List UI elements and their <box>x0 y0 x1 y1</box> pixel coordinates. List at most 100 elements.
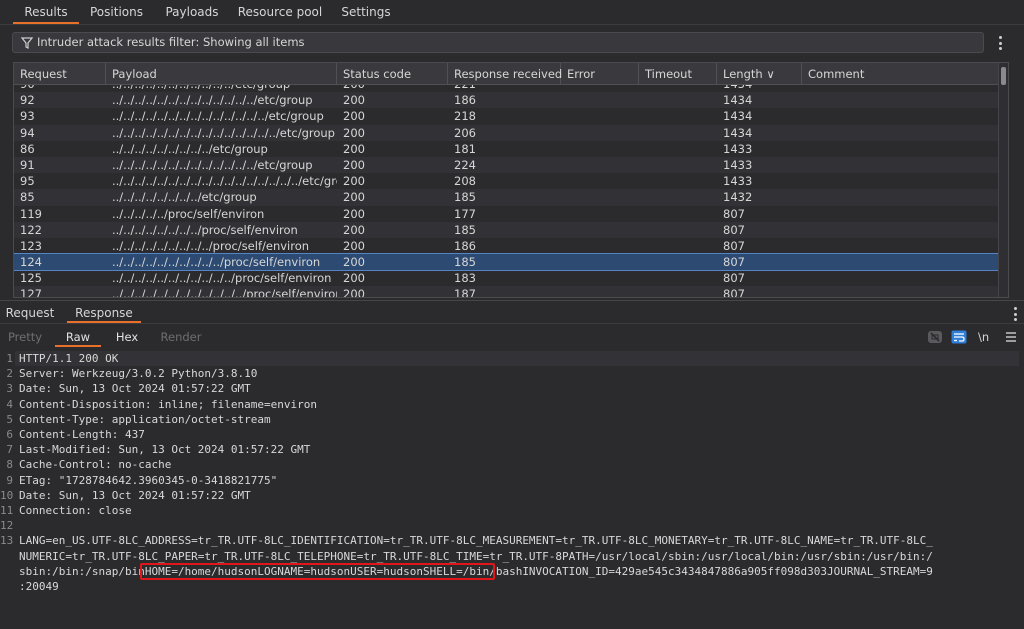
table-row[interactable]: 86 ../../../../../../../../../etc/group 20… <box>14 141 999 157</box>
cell-request: 94 <box>20 125 35 140</box>
cell-status-code: 200 <box>337 85 448 92</box>
cell-comment <box>802 108 999 124</box>
table-row[interactable]: 122 ../../../../../../../../proc/self/env… <box>14 221 999 238</box>
cell-error <box>561 157 639 173</box>
tab-hex[interactable]: Hex <box>110 328 144 347</box>
cell-payload: ../../../../../../../../../../../../../e… <box>112 93 313 108</box>
response-line: Date: Sun, 13 Oct 2024 01:57:22 GMT <box>19 382 251 396</box>
cell-error <box>561 92 639 108</box>
table-row[interactable]: 127 ../../../../../../../../../../../../p… <box>14 286 999 298</box>
cell-length: 807 <box>723 271 745 286</box>
tab-request[interactable]: Request <box>5 303 55 323</box>
column-header-status-code[interactable]: Status code <box>337 63 448 85</box>
cell-comment <box>802 206 999 222</box>
response-line: Server: Werkzeug/3.0.2 Python/3.8.10 <box>19 367 258 381</box>
cell-payload: ../../../../../../../../../../proc/self/… <box>112 255 321 270</box>
cell-status-code: 200 <box>343 238 365 253</box>
cell-error <box>561 238 639 254</box>
response-line: Date: Sun, 13 Oct 2024 01:57:22 GMT <box>19 488 251 502</box>
cell-request: 95 <box>20 174 35 189</box>
tab-raw[interactable]: Raw <box>55 328 101 347</box>
filter-more-menu-icon[interactable] <box>995 34 1007 52</box>
message-tab-bar: Request Response <box>0 303 1024 324</box>
cell-request: 119 <box>20 206 42 221</box>
cell-request: 92 <box>20 93 35 108</box>
table-row[interactable]: 95 ../../../../../../../../../../../../..… <box>14 173 999 189</box>
word-wrap-icon[interactable] <box>951 329 967 345</box>
cell-response-received: 224 <box>454 157 476 172</box>
column-header-payload[interactable]: Payload <box>106 63 337 85</box>
table-row[interactable]: 124 ../../../../../../../../../../proc/se… <box>14 253 999 272</box>
results-filter-bar[interactable]: Intruder attack results filter: Showing … <box>12 32 984 53</box>
table-row[interactable]: 85 ../../../../../../../../etc/group 200 18… <box>14 189 999 206</box>
column-header-error[interactable]: Error <box>561 63 639 85</box>
cell-status-code: 200 <box>343 141 365 156</box>
tab-pretty[interactable]: Pretty <box>4 328 46 347</box>
response-line: Connection: close <box>19 504 132 517</box>
tab-response[interactable]: Response <box>67 303 141 323</box>
table-row[interactable]: 119 ../../../../../proc/self/environ 200 17… <box>14 206 999 222</box>
column-header-response-received[interactable]: Response received <box>448 63 562 85</box>
column-header-request[interactable]: Request <box>14 63 106 85</box>
column-header-timeout[interactable]: Timeout <box>639 63 717 85</box>
cell-request: 123 <box>20 238 42 253</box>
cell-comment <box>802 125 999 141</box>
line-number: 5 <box>6 412 13 426</box>
line-number: 1 <box>6 352 13 365</box>
cell-status-code: 200 <box>343 174 365 189</box>
cell-error <box>561 125 639 141</box>
response-editor[interactable]: 1 2 3 4 5 6 7 8 9 10 11 12 13 HTTP/1.1 200 OK Server:… <box>0 350 1024 629</box>
cell-response-received: 208 <box>454 174 476 189</box>
response-line: NUMERIC=tr_TR.UTF-8LC_PAPER=tr_TR.UTF-8L… <box>19 549 933 563</box>
table-scrollbar-thumb[interactable] <box>1001 67 1006 85</box>
cell-payload: ../../../../../../../../../../../../../.… <box>112 174 337 189</box>
newline-toggle[interactable]: \n <box>978 329 989 345</box>
tab-results[interactable]: Results <box>13 0 79 24</box>
table-row[interactable]: 91 ../../../../../../../../../../../../..… <box>14 156 999 174</box>
table-row[interactable]: 94 ../../../../../../../../../../../../..… <box>14 124 999 141</box>
cell-length: 807 <box>723 206 745 221</box>
cell-request: 127 <box>20 287 42 298</box>
pane-divider[interactable] <box>0 300 1024 301</box>
table-scrollbar[interactable] <box>998 63 1008 297</box>
table-row[interactable]: 92 ../../../../../../../../../../../../..… <box>14 92 999 109</box>
cell-request: 122 <box>20 222 42 237</box>
current-line-highlight <box>15 351 1019 366</box>
table-row[interactable]: 125 ../../../../../../../../../../../proc… <box>14 270 999 286</box>
cell-response-received: 185 <box>454 190 476 205</box>
tab-settings[interactable]: Settings <box>336 0 396 24</box>
cell-length: 1432 <box>723 190 753 205</box>
tab-render[interactable]: Render <box>156 328 206 347</box>
cell-error <box>561 254 639 270</box>
cell-payload: ../../../../../../../../../../../../proc… <box>112 287 337 298</box>
panel-more-menu-icon[interactable] <box>1010 305 1022 323</box>
cell-length: 807 <box>723 222 745 237</box>
table-row[interactable]: 93 ../../../../../../../../../../../../..… <box>14 108 999 124</box>
tab-resource-pool[interactable]: Resource pool <box>236 0 324 24</box>
cell-timeout <box>639 238 717 254</box>
cell-error <box>561 189 639 205</box>
cell-status-code: 200 <box>343 93 365 108</box>
column-header-comment[interactable]: Comment <box>802 63 999 85</box>
cell-comment <box>802 222 999 238</box>
cell-payload: ../../../../../../../../../../../etc/gro… <box>106 85 337 92</box>
cell-timeout <box>639 254 717 270</box>
tab-positions[interactable]: Positions <box>85 0 148 24</box>
cell-payload: ../../../../../../../../../../../../../.… <box>112 109 324 124</box>
cell-request: 85 <box>20 190 35 205</box>
cell-timeout <box>639 141 717 157</box>
cell-payload: ../../../../../proc/self/environ <box>112 206 265 221</box>
cell-payload: ../../../../../../../../../../../../../e… <box>112 157 313 172</box>
response-line: :20049 <box>19 580 59 593</box>
table-row[interactable]: 123 ../../../../../../../../../proc/self/… <box>14 238 999 254</box>
hide-whitespace-icon[interactable] <box>927 329 943 345</box>
cell-error <box>561 286 639 297</box>
hamburger-menu-icon[interactable] <box>1003 329 1019 345</box>
cell-timeout <box>639 157 717 173</box>
table-row[interactable]: 90../../../../../../../../../../../etc/g… <box>14 85 999 92</box>
tab-payloads[interactable]: Payloads <box>160 0 224 24</box>
cell-timeout <box>639 189 717 205</box>
column-header-length[interactable]: Length ∨ <box>717 63 802 85</box>
cell-response-received: 185 <box>454 255 476 270</box>
cell-timeout <box>639 173 717 189</box>
